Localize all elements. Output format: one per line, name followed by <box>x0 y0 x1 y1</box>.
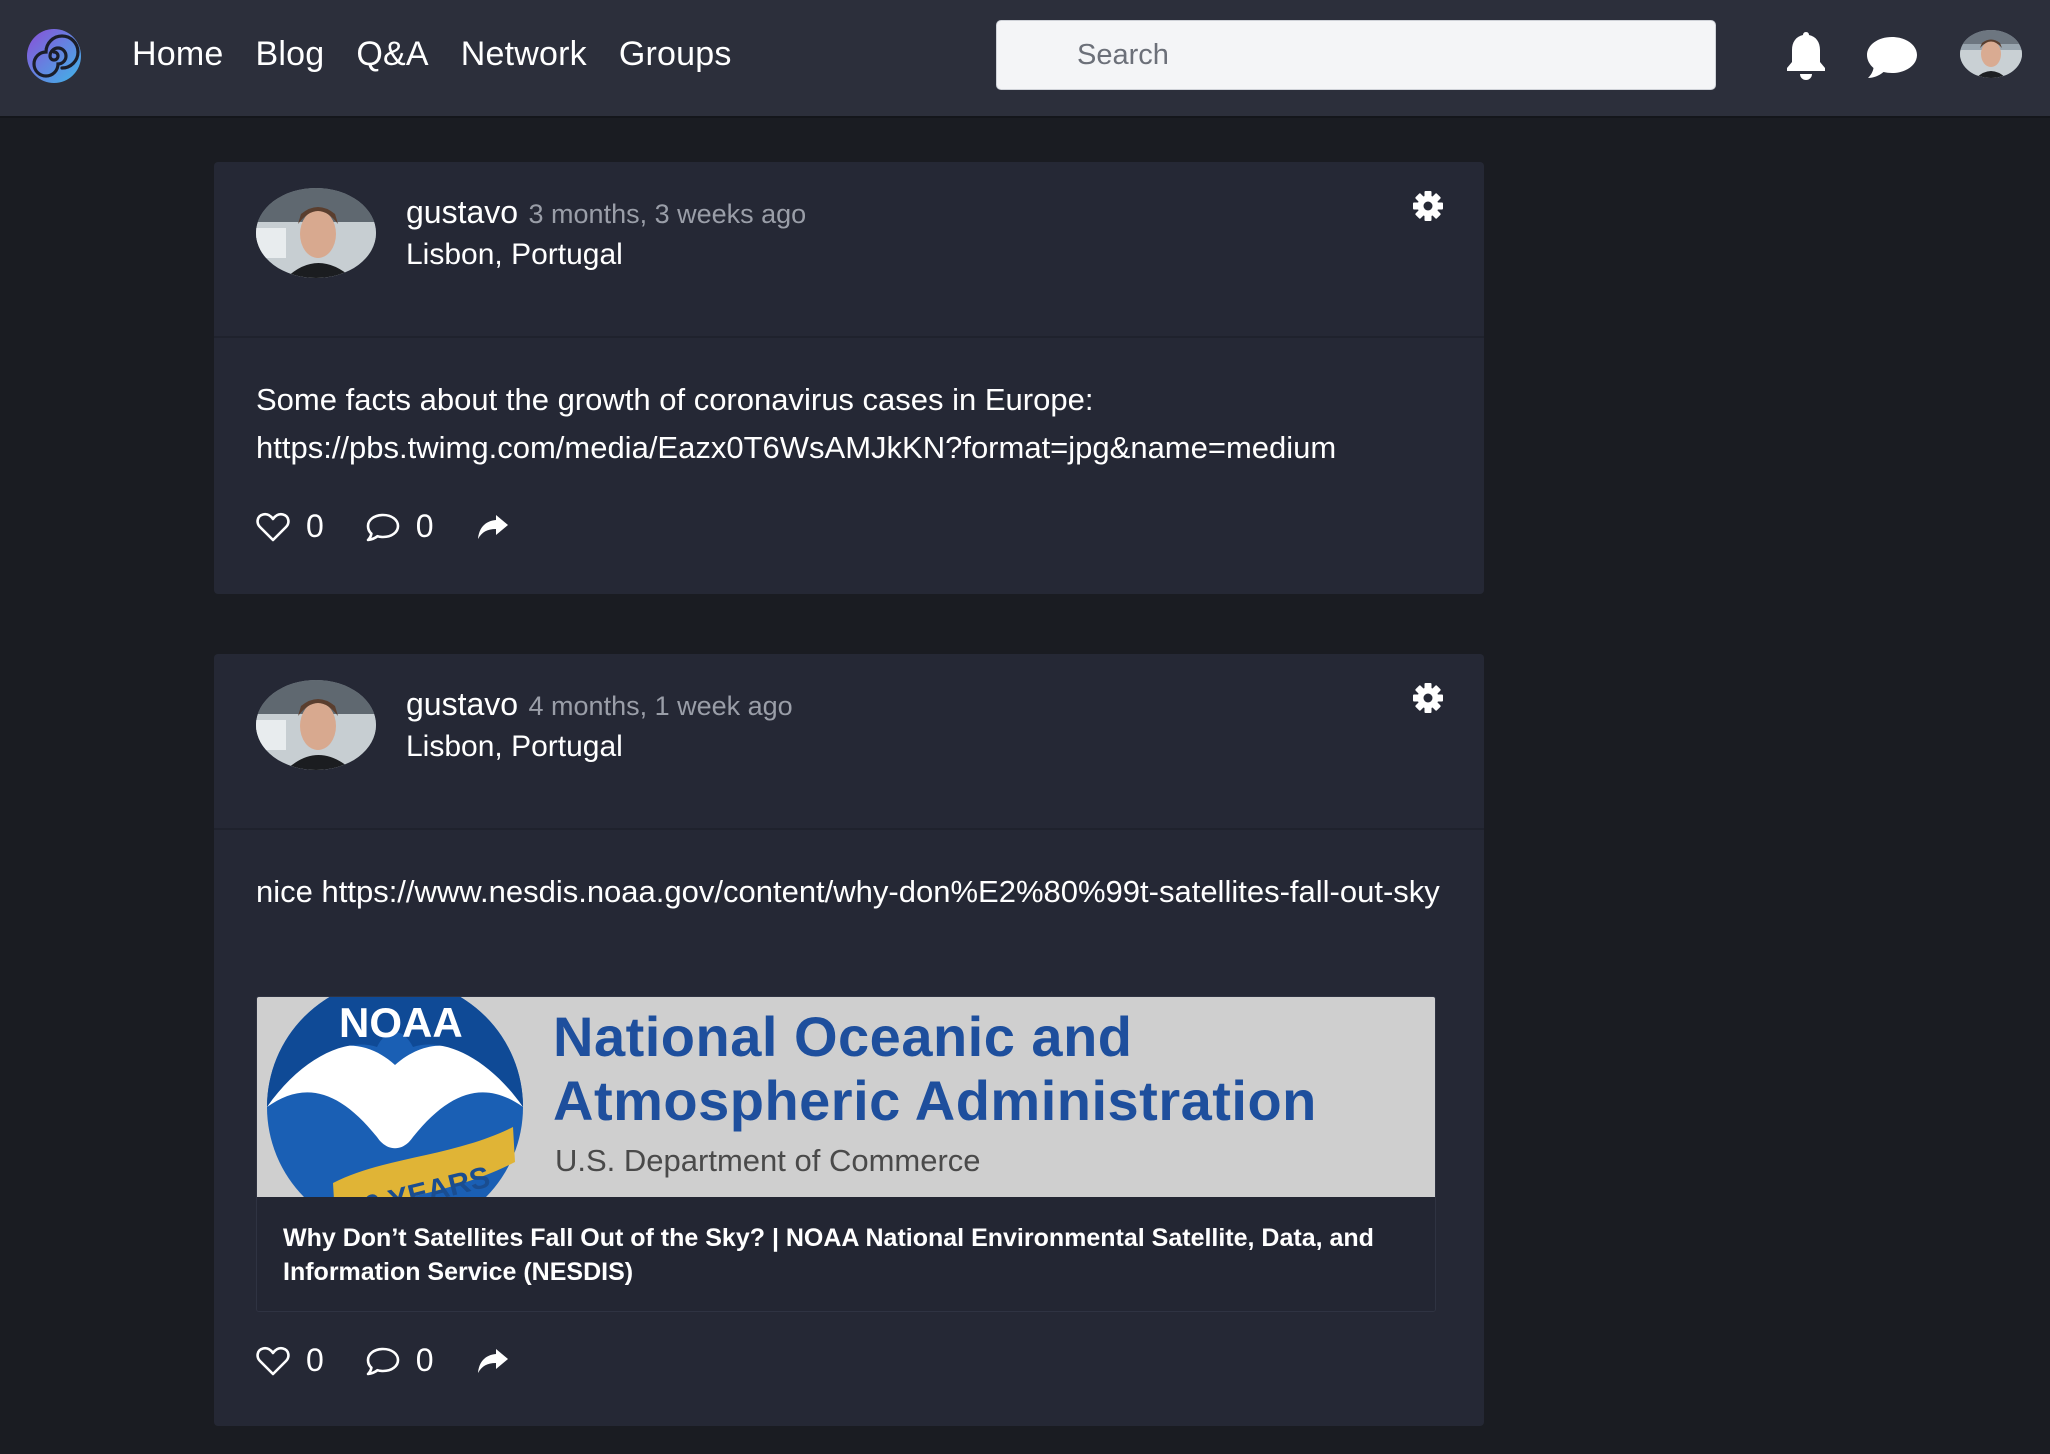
post-text: Some facts about the growth of coronavir… <box>256 382 1337 465</box>
nav-qa[interactable]: Q&A <box>356 35 428 74</box>
svg-text:NOAA: NOAA <box>339 999 463 1046</box>
author-name[interactable]: gustavo <box>406 194 518 230</box>
post-location: Lisbon, Portugal <box>406 730 623 763</box>
post-card: gustavo 4 months, 1 week ago Lisbon, Por… <box>214 654 1484 1426</box>
post-header: gustavo 4 months, 1 week ago Lisbon, Por… <box>214 654 1484 830</box>
share-button[interactable] <box>476 1347 510 1375</box>
share-arrow-icon <box>477 1348 508 1373</box>
comment-count: 0 <box>415 508 434 544</box>
post-location: Lisbon, Portugal <box>406 238 623 271</box>
author-avatar[interactable] <box>256 680 376 770</box>
bell-icon[interactable] <box>1782 30 1830 82</box>
author-line: gustavo 3 months, 3 weeks ago <box>406 194 806 231</box>
nav-groups[interactable]: Groups <box>619 35 732 74</box>
comment-icon <box>366 1347 400 1375</box>
post-timestamp: 3 months, 3 weeks ago <box>528 199 807 229</box>
gear-icon[interactable] <box>1412 682 1444 714</box>
chat-bubble-icon[interactable] <box>1864 34 1920 80</box>
author-name[interactable]: gustavo <box>406 686 518 722</box>
like-count: 0 <box>306 1342 324 1378</box>
share-button[interactable] <box>476 513 510 541</box>
top-navbar: Home Blog Q&A Network Groups <box>0 0 2050 118</box>
search-input[interactable] <box>996 20 1716 90</box>
author-avatar[interactable] <box>256 188 376 278</box>
author-line: gustavo 4 months, 1 week ago <box>406 686 793 723</box>
user-avatar[interactable] <box>1960 30 2022 78</box>
like-button[interactable]: 0 <box>256 1342 324 1379</box>
nav-home[interactable]: Home <box>132 35 224 74</box>
preview-department: U.S. Department of Commerce <box>555 1143 981 1178</box>
heart-icon <box>256 1346 290 1375</box>
link-preview-card[interactable]: NOAA 50 YEARS National Oceanic and Atmos… <box>256 996 1436 1312</box>
heart-icon <box>256 512 290 541</box>
post-header: gustavo 3 months, 3 weeks ago Lisbon, Po… <box>214 162 1484 338</box>
nav-blog[interactable]: Blog <box>256 35 325 74</box>
post-actions: 0 0 <box>256 1342 552 1379</box>
comment-count: 0 <box>415 1342 434 1378</box>
comment-icon <box>366 513 400 541</box>
noaa-logo: NOAA 50 YEARS <box>267 997 523 1197</box>
gear-icon[interactable] <box>1412 190 1444 222</box>
comment-button[interactable]: 0 <box>366 508 434 545</box>
share-arrow-icon <box>477 514 508 539</box>
preview-org-name: National Oceanic and Atmospheric Adminis… <box>553 1005 1317 1132</box>
like-count: 0 <box>306 508 324 544</box>
preview-title[interactable]: Why Don’t Satellites Fall Out of the Sky… <box>257 1197 1435 1311</box>
post-actions: 0 0 <box>256 508 552 545</box>
post-timestamp: 4 months, 1 week ago <box>528 691 793 721</box>
preview-image: NOAA 50 YEARS National Oceanic and Atmos… <box>257 997 1435 1197</box>
post-text: nice https://www.nesdis.noaa.gov/content… <box>256 874 1440 909</box>
comment-button[interactable]: 0 <box>366 1342 434 1379</box>
main-nav: Home Blog Q&A Network Groups <box>132 0 764 108</box>
spiral-logo-icon[interactable] <box>24 26 84 86</box>
nav-network[interactable]: Network <box>461 35 587 74</box>
post-card: gustavo 3 months, 3 weeks ago Lisbon, Po… <box>214 162 1484 594</box>
like-button[interactable]: 0 <box>256 508 324 545</box>
